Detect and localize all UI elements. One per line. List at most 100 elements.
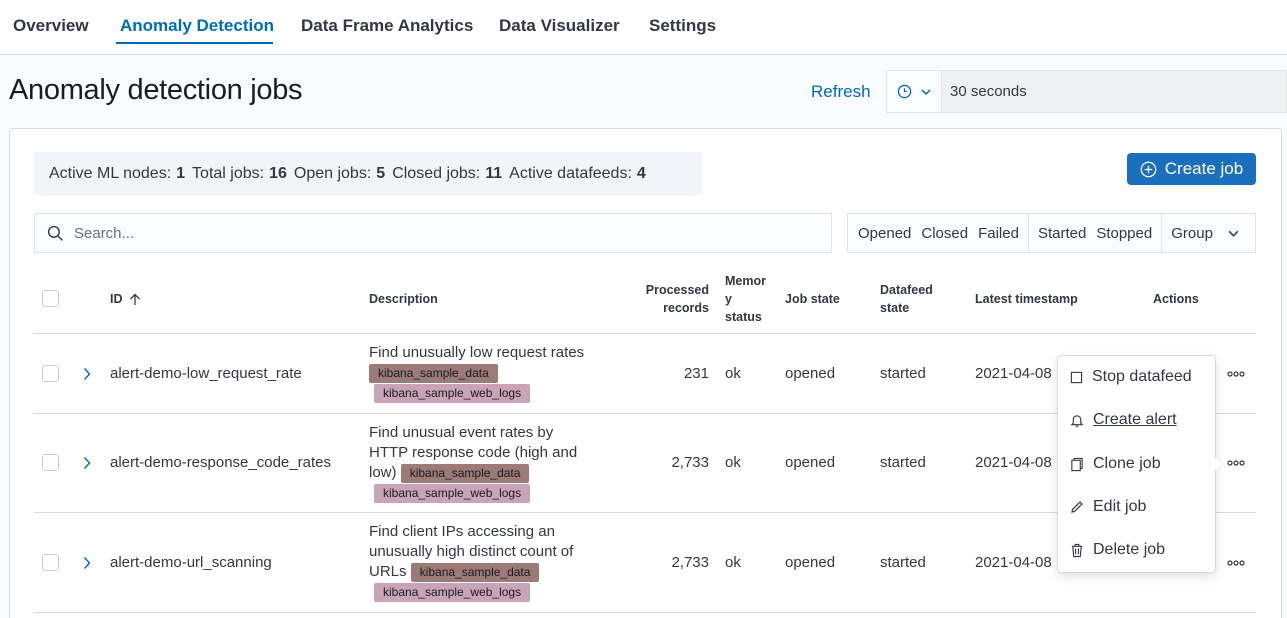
trash-icon — [1071, 543, 1083, 557]
filter-closed[interactable]: Closed — [916, 225, 973, 242]
row-checkbox[interactable] — [42, 554, 59, 571]
tab-overview[interactable]: Overview — [13, 16, 89, 36]
tab-anomaly-detection[interactable]: Anomaly Detection — [120, 16, 274, 36]
job-group-badge[interactable]: kibana_sample_web_logs — [374, 583, 531, 602]
job-description: Find unusual event rates by HTTP respons… — [369, 423, 577, 503]
chevron-right-icon[interactable] — [82, 556, 92, 570]
column-header-id[interactable]: ID — [110, 290, 141, 308]
row-divider — [34, 612, 1256, 613]
plus-circle-icon — [1140, 161, 1157, 177]
refresh-interval-button[interactable] — [887, 71, 942, 112]
refresh-interval-value: 30 seconds — [950, 83, 1027, 100]
row-checkbox[interactable] — [42, 365, 59, 382]
square-icon — [1070, 371, 1083, 383]
menu-item-create-alert[interactable]: Create alert — [1070, 411, 1177, 429]
latest-timestamp: 2021-04-08 — [975, 454, 1052, 471]
create-job-label: Create job — [1164, 159, 1244, 178]
filter-group-label: Group — [1171, 224, 1213, 242]
page-title: Anomaly detection jobs — [9, 74, 303, 106]
job-id: alert-demo-response_code_rates — [110, 454, 331, 471]
menu-item-edit-job[interactable]: Edit job — [1070, 498, 1146, 516]
memory-status: ok — [725, 554, 741, 571]
description-line: URLs — [369, 563, 407, 580]
column-header-job-state[interactable]: Job state — [785, 290, 840, 308]
column-header-text: Processed — [645, 283, 709, 297]
datafeed-state: started — [880, 554, 926, 571]
latest-timestamp: 2021-04-08 — [975, 554, 1052, 571]
column-header-actions: Actions — [1153, 292, 1199, 306]
column-header-datafeed-state[interactable]: Datafeed state — [880, 281, 933, 317]
column-header-text: y — [725, 292, 732, 306]
menu-item-delete-job[interactable]: Delete job — [1070, 541, 1165, 559]
job-group-badge[interactable]: kibana_sample_web_logs — [374, 384, 531, 403]
menu-item-label: Create alert — [1093, 411, 1177, 428]
stat-closed-jobs: 11 — [485, 164, 503, 182]
clock-icon — [897, 84, 911, 99]
job-state: opened — [785, 365, 836, 382]
description-line: HTTP response code (high and — [369, 444, 578, 461]
row-divider — [34, 333, 1256, 334]
job-stats-bar: Active ML nodes: 1 Total jobs: 16 Open job… — [34, 152, 702, 195]
filter-opened[interactable]: Opened — [853, 225, 916, 242]
filter-bar: Opened Closed Failed Started Stopped Gro… — [847, 213, 1256, 253]
row-checkbox[interactable] — [42, 454, 59, 471]
menu-item-label: Clone job — [1093, 455, 1161, 472]
search-input[interactable] — [74, 224, 774, 242]
job-group-badge[interactable]: kibana_sample_web_logs — [374, 484, 531, 503]
job-group-badge[interactable]: kibana_sample_data — [410, 563, 540, 582]
actions-menu: Stop datafeed Create alert Clone job Edi… — [1057, 355, 1216, 573]
stat-label: Total jobs: — [192, 164, 265, 182]
processed-records: 2,733 — [671, 554, 709, 571]
stat-open-jobs: 5 — [376, 164, 386, 182]
stat-label: Active ML nodes: — [49, 164, 172, 182]
memory-status: ok — [725, 454, 741, 471]
job-description: Find unusually low request rates kibana_… — [369, 343, 584, 403]
filter-failed[interactable]: Failed — [973, 225, 1024, 242]
column-header-description[interactable]: Description — [369, 290, 438, 308]
column-header-latest-timestamp[interactable]: Latest timestamp — [975, 290, 1078, 308]
chevron-right-icon[interactable] — [82, 367, 92, 381]
description-line: Find unusual event rates by — [369, 424, 554, 441]
chevron-down-icon — [920, 88, 931, 95]
menu-item-stop-datafeed[interactable]: Stop datafeed — [1070, 368, 1192, 386]
more-actions-icon[interactable] — [1227, 460, 1245, 466]
job-group-badge[interactable]: kibana_sample_data — [369, 364, 498, 383]
pencil-icon — [1071, 501, 1083, 513]
filter-divider — [1161, 214, 1163, 252]
menu-item-clone-job[interactable]: Clone job — [1070, 455, 1161, 473]
stat-label: Closed jobs: — [392, 164, 481, 182]
select-all-checkbox[interactable] — [42, 290, 59, 307]
tab-data-frame-analytics[interactable]: Data Frame Analytics — [301, 16, 473, 36]
search-icon — [47, 225, 63, 241]
filter-started[interactable]: Started — [1033, 225, 1091, 242]
processed-records: 231 — [683, 365, 709, 382]
refresh-button[interactable]: Refresh — [811, 82, 871, 102]
create-job-button[interactable]: Create job — [1127, 153, 1256, 185]
stat-label: Open jobs: — [293, 164, 372, 182]
datafeed-state: started — [880, 454, 926, 471]
filter-divider — [1027, 214, 1029, 252]
filter-group[interactable]: Group — [1166, 225, 1245, 242]
chevron-right-icon[interactable] — [82, 456, 92, 470]
refresh-interval-picker: 30 seconds — [886, 70, 1287, 113]
menu-item-label: Edit job — [1093, 498, 1147, 515]
menu-item-label: Delete job — [1093, 541, 1166, 558]
column-header-processed-records[interactable]: Processed records — [630, 281, 709, 317]
more-actions-icon[interactable] — [1227, 371, 1245, 377]
memory-status: ok — [725, 365, 741, 382]
column-header-memory-status[interactable]: Memor y status — [725, 272, 766, 326]
column-header-text: records — [663, 301, 709, 315]
filter-stopped[interactable]: Stopped — [1091, 225, 1157, 242]
tab-settings[interactable]: Settings — [649, 16, 716, 36]
job-state: opened — [785, 454, 836, 471]
tab-data-visualizer[interactable]: Data Visualizer — [499, 16, 620, 36]
job-id: alert-demo-url_scanning — [110, 554, 272, 571]
sort-ascending-icon — [129, 293, 140, 305]
job-group-badge[interactable]: kibana_sample_data — [400, 464, 530, 483]
column-header-text: Memor — [725, 274, 766, 288]
job-description: Find client IPs accessing an unusually h… — [369, 522, 573, 602]
column-header-text: status — [725, 310, 762, 324]
job-state: opened — [785, 554, 836, 571]
job-id: alert-demo-low_request_rate — [110, 365, 302, 382]
more-actions-icon[interactable] — [1227, 560, 1245, 566]
